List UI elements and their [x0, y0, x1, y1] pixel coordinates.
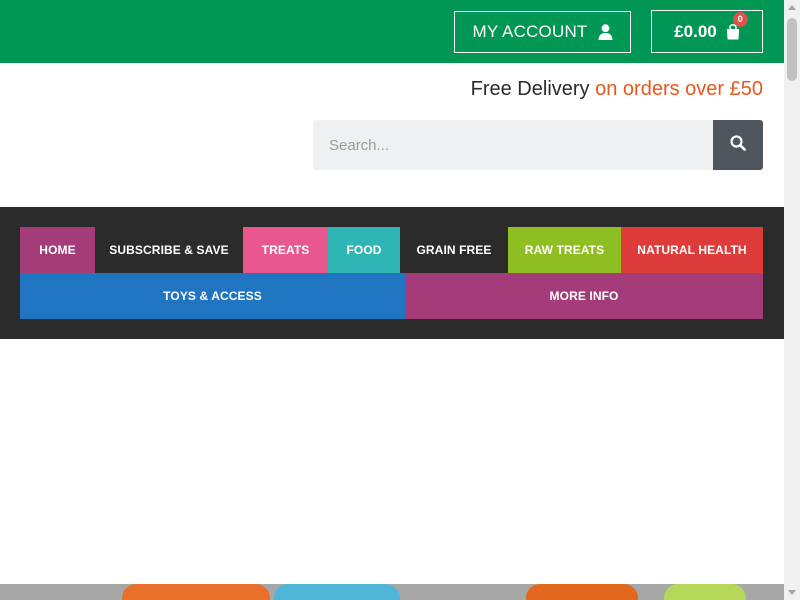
nav-subscribe-save[interactable]: SUBSCRIBE & SAVE: [95, 227, 243, 273]
cart-count-badge: 0: [732, 11, 748, 27]
my-account-label: MY ACCOUNT: [472, 22, 588, 41]
user-icon: [598, 24, 613, 40]
nav-home-label: HOME: [39, 243, 76, 257]
nav-toys-access-label: TOYS & ACCESS: [163, 289, 262, 303]
cart-total: £0.00: [674, 21, 717, 41]
hero-product-blue: [274, 584, 400, 600]
hero-banner-image: [0, 584, 784, 600]
delivery-accent-text: on orders over £50: [595, 78, 763, 100]
hero-product-green: [664, 584, 746, 600]
hero-product-orange: [122, 584, 270, 600]
nav-toys-access[interactable]: TOYS & ACCESS: [20, 273, 405, 319]
nav-raw-treats[interactable]: RAW TREATS: [508, 227, 621, 273]
my-account-button[interactable]: MY ACCOUNT: [454, 11, 631, 53]
hero-product-orange-2: [526, 584, 638, 600]
nav-raw-treats-label: RAW TREATS: [524, 243, 605, 257]
nav-natural-health[interactable]: NATURAL HEALTH: [621, 227, 763, 273]
search-button[interactable]: [713, 120, 763, 170]
shopping-bag-icon: 0: [726, 11, 748, 40]
scrollbar-thumb[interactable]: [787, 18, 797, 81]
page: MY ACCOUNT £0.00 0 Free Delivery on orde…: [0, 0, 800, 600]
nav-treats[interactable]: TREATS: [243, 227, 328, 273]
scroll-up-icon[interactable]: [788, 5, 796, 10]
nav-grain-free[interactable]: GRAIN FREE: [400, 227, 508, 273]
cart-button[interactable]: £0.00 0: [651, 10, 763, 53]
nav-home[interactable]: HOME: [20, 227, 95, 273]
nav-natural-health-label: NATURAL HEALTH: [637, 243, 747, 257]
nav-more-info-label: MORE INFO: [549, 289, 619, 303]
search-icon: [730, 134, 746, 156]
nav-food-label: FOOD: [346, 243, 382, 257]
search-input[interactable]: [313, 120, 713, 170]
top-header-bar: MY ACCOUNT £0.00 0: [0, 0, 784, 63]
scroll-down-icon[interactable]: [788, 590, 796, 595]
free-delivery-banner: Free Delivery on orders over £50: [471, 78, 763, 101]
nav-grain-free-label: GRAIN FREE: [416, 243, 492, 257]
nav-subscribe-save-label: SUBSCRIBE & SAVE: [109, 243, 229, 257]
nav-more-info[interactable]: MORE INFO: [405, 273, 763, 319]
main-navigation: HOME SUBSCRIBE & SAVE TREATS FOOD GRAIN …: [0, 207, 784, 339]
scrollbar[interactable]: [784, 0, 800, 600]
nav-treats-label: TREATS: [261, 243, 310, 257]
nav-food[interactable]: FOOD: [328, 227, 400, 273]
delivery-text: Free Delivery: [470, 78, 590, 100]
